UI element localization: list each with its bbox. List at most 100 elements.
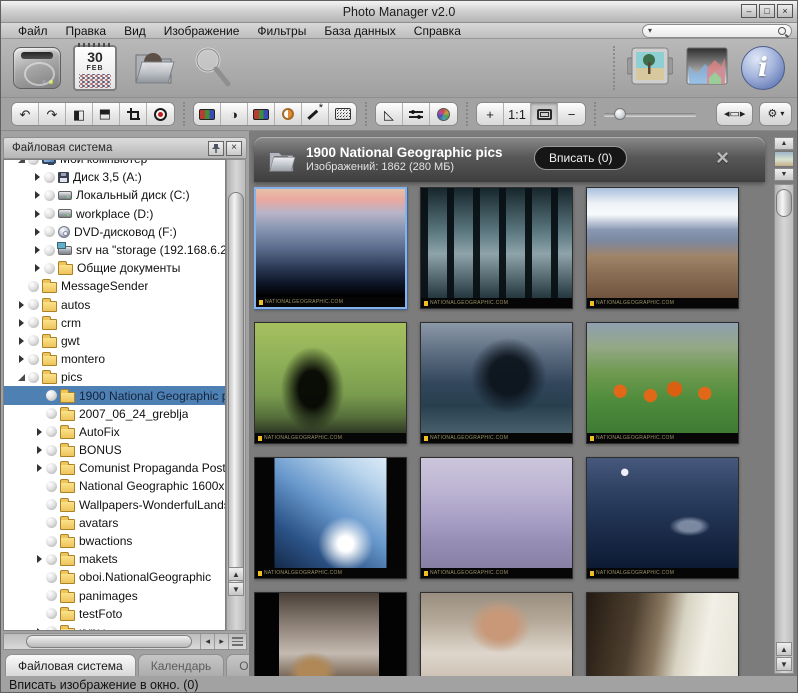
expand-arrow[interactable] — [14, 337, 28, 345]
menu-item[interactable]: Вид — [115, 24, 155, 38]
scrollbar-thumb[interactable] — [228, 192, 244, 594]
photo-thumbnail[interactable]: NATIONALGEOGRAPHIC.COM — [254, 457, 407, 579]
nav-image-icon[interactable] — [774, 151, 794, 167]
scrollbar-thumb[interactable] — [776, 189, 792, 217]
rgb-channels-icon[interactable] — [194, 103, 221, 125]
expand-arrow[interactable] — [32, 555, 46, 563]
noise-icon[interactable] — [329, 103, 356, 125]
photo-thumbnail[interactable]: NATIONALGEOGRAPHIC.COM — [254, 592, 407, 676]
panel-close-button[interactable]: × — [226, 141, 242, 156]
hue-icon[interactable] — [275, 103, 302, 125]
tree-item[interactable]: Мой компьютер — [4, 159, 225, 168]
expand-arrow[interactable] — [32, 446, 46, 454]
tree-item[interactable]: oboi.NationalGeographic — [4, 568, 225, 586]
tree-item[interactable]: Локальный диск (C:) — [4, 186, 225, 204]
rotate-left-icon[interactable]: ↶ — [12, 103, 39, 125]
gallery-close-icon[interactable]: × — [716, 147, 729, 169]
expand-arrow[interactable] — [32, 628, 46, 631]
expand-arrow[interactable] — [14, 374, 28, 381]
expand-arrow[interactable] — [30, 228, 44, 236]
calendar-icon[interactable]: 30 FEB — [73, 45, 117, 91]
tree-item[interactable]: BONUS — [4, 441, 225, 459]
zoom-in-button[interactable]: + — [477, 103, 504, 125]
scroll-up-button[interactable]: ▲ — [776, 642, 792, 656]
image-viewer-icon[interactable] — [627, 46, 673, 91]
scroll-down-button[interactable]: ▼ — [228, 582, 244, 596]
panel-tab[interactable]: Календарь — [138, 654, 225, 676]
close-button[interactable]: × — [777, 4, 793, 18]
contrast-icon[interactable]: ◑ — [221, 103, 248, 125]
tree-item[interactable]: куры — [4, 623, 225, 631]
slider-knob[interactable] — [614, 108, 626, 120]
zoom-actual-button[interactable]: 1:1 — [504, 103, 531, 125]
photo-thumbnail[interactable]: NATIONALGEOGRAPHIC.COM — [586, 457, 739, 579]
red-eye-icon[interactable] — [147, 103, 174, 125]
tree-item[interactable]: Comunist Propaganda Posters — [4, 459, 225, 477]
tree-item[interactable]: gwt — [4, 332, 225, 350]
tree-item[interactable]: DVD-дисковод (F:) — [4, 223, 225, 241]
menu-item[interactable]: Файл — [9, 24, 57, 38]
expand-arrow[interactable] — [14, 319, 28, 327]
scroll-left-button[interactable]: ◂ — [200, 634, 214, 649]
panel-tab[interactable]: Органайзер — [226, 654, 249, 676]
menu-item[interactable]: База данных — [315, 24, 404, 38]
photo-thumbnail[interactable]: NATIONALGEOGRAPHIC.COM — [254, 322, 407, 444]
expand-arrow[interactable] — [30, 191, 44, 199]
pin-button[interactable] — [208, 141, 224, 156]
photo-thumbnail[interactable]: NATIONALGEOGRAPHIC.COM — [420, 592, 573, 676]
color-wheel-icon[interactable] — [430, 103, 457, 125]
thumbnail-size-button[interactable]: ◂▭▸ — [716, 102, 753, 126]
scroll-right-button[interactable]: ▸ — [214, 634, 228, 649]
levels-icon[interactable] — [248, 103, 275, 125]
expand-arrow[interactable] — [14, 159, 28, 163]
tree-item[interactable]: Общие документы — [4, 259, 225, 277]
tree-item[interactable]: panimages — [4, 587, 225, 605]
expand-arrow[interactable] — [30, 173, 44, 181]
expand-arrow[interactable] — [32, 464, 46, 472]
tree-horizontal-scrollbar[interactable]: ◂ ▸ — [3, 633, 247, 650]
expand-arrow[interactable] — [30, 210, 44, 218]
menu-item[interactable]: Фильтры — [248, 24, 315, 38]
tree-item[interactable]: Wallpapers-WonderfulLandsPart2 — [4, 496, 225, 514]
tree-item[interactable]: 2007_06_24_greblja — [4, 405, 225, 423]
tree-vertical-scrollbar[interactable]: ▲ ▼ — [226, 159, 246, 631]
menu-item[interactable]: Правка — [57, 24, 116, 38]
menu-item[interactable]: Изображение — [155, 24, 249, 38]
photo-thumbnail[interactable]: NATIONALGEOGRAPHIC.COM — [420, 457, 573, 579]
nav-up-button[interactable]: ▲ — [774, 137, 794, 150]
nav-down-button[interactable]: ▼ — [774, 168, 794, 181]
minimize-button[interactable]: – — [741, 4, 757, 18]
search-box[interactable]: ▾ — [642, 24, 792, 38]
photo-thumbnail[interactable]: NATIONALGEOGRAPHIC.COM — [586, 322, 739, 444]
tree-item[interactable]: workplace (D:) — [4, 205, 225, 223]
tree-item[interactable]: makets — [4, 550, 225, 568]
photo-thumbnail[interactable]: NATIONALGEOGRAPHIC.COM — [586, 592, 739, 676]
expand-arrow[interactable] — [30, 246, 44, 254]
photo-thumbnail[interactable]: NATIONALGEOGRAPHIC.COM — [420, 322, 573, 444]
crop-icon[interactable] — [120, 103, 147, 125]
tree-item[interactable]: avatars — [4, 514, 225, 532]
panel-grip[interactable] — [228, 634, 246, 649]
scrollbar-thumb[interactable] — [26, 635, 192, 648]
fit-to-window-button[interactable]: Вписать (0) — [534, 146, 627, 170]
panel-tab[interactable]: Файловая система — [5, 654, 136, 676]
expand-arrow[interactable] — [30, 264, 44, 272]
tree-item[interactable]: autos — [4, 296, 225, 314]
gamma-icon[interactable]: ◺ — [376, 103, 403, 125]
adjust-sliders-icon[interactable] — [403, 103, 430, 125]
flip-vertical-icon[interactable]: ◧ — [93, 103, 120, 125]
scroll-up-button[interactable]: ▲ — [228, 567, 244, 581]
maximize-button[interactable]: □ — [759, 4, 775, 18]
open-folder-icon[interactable] — [129, 45, 177, 92]
zoom-fit-button[interactable] — [531, 103, 558, 125]
tree-item[interactable]: testFoto — [4, 605, 225, 623]
tree-item[interactable]: bwactions — [4, 532, 225, 550]
photo-thumbnail[interactable]: NATIONALGEOGRAPHIC.COM — [254, 187, 407, 309]
tree-item[interactable]: pics — [4, 368, 225, 386]
flip-horizontal-icon[interactable]: ◧ — [66, 103, 93, 125]
expand-arrow[interactable] — [14, 301, 28, 309]
info-icon[interactable]: i — [741, 46, 785, 90]
photo-thumbnail[interactable]: NATIONALGEOGRAPHIC.COM — [420, 187, 573, 309]
search-input[interactable] — [652, 25, 778, 37]
tree-item[interactable]: Диск 3,5 (A:) — [4, 168, 225, 186]
